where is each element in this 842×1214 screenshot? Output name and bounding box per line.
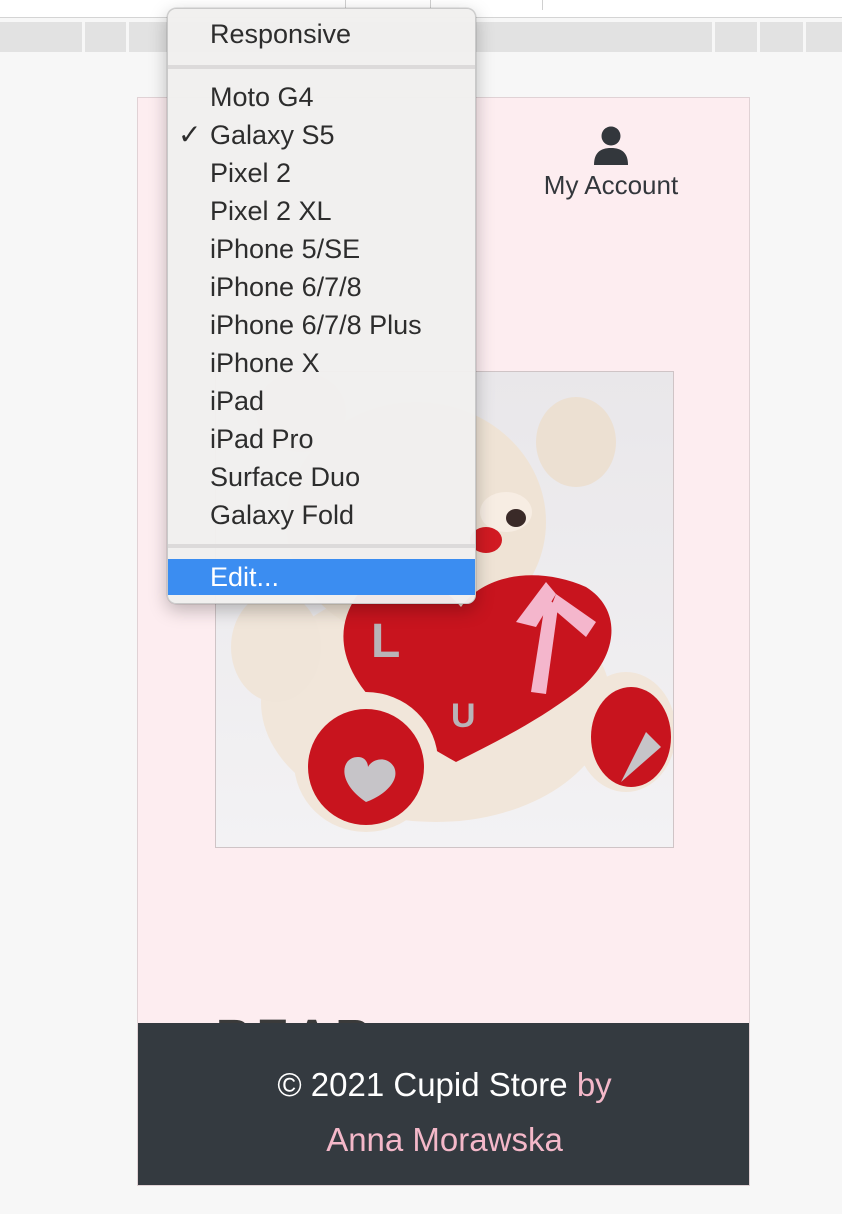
menu-item-device[interactable]: iPhone X xyxy=(168,344,475,382)
menu-item-label: iPhone 6/7/8 Plus xyxy=(210,310,422,340)
my-account-label: My Account xyxy=(543,170,679,200)
ruler-marker xyxy=(757,22,760,52)
menu-item-label: Surface Duo xyxy=(210,462,361,492)
checkmark-icon: ✓ xyxy=(178,119,202,150)
menu-item-label: iPad xyxy=(210,386,265,416)
ruler-marker xyxy=(82,22,85,52)
menu-item-device[interactable]: Galaxy Fold xyxy=(168,496,475,534)
footer-by: by xyxy=(576,1066,612,1103)
footer-copyright: © 2021 Cupid Store xyxy=(277,1066,568,1103)
menu-item-label: iPhone 5/SE xyxy=(210,234,361,264)
svg-text:L: L xyxy=(371,615,400,668)
menu-item-label: Pixel 2 xyxy=(210,158,292,188)
menu-item-label: Galaxy Fold xyxy=(210,500,355,530)
menu-item-device[interactable]: iPhone 6/7/8 Plus xyxy=(168,306,475,344)
site-footer: © 2021 Cupid Store by Anna Morawska xyxy=(138,1023,749,1185)
menu-item-label: Pixel 2 XL xyxy=(210,196,332,226)
menu-item-label: iPad Pro xyxy=(210,424,314,454)
ruler-marker xyxy=(126,22,129,52)
toolbar-divider xyxy=(542,0,543,10)
menu-item-device[interactable]: Pixel 2 XL xyxy=(168,192,475,230)
menu-item-device[interactable]: Moto G4 xyxy=(168,78,475,116)
footer-author-link[interactable]: Anna Morawska xyxy=(138,1112,749,1167)
menu-item-device-selected[interactable]: ✓ Galaxy S5 xyxy=(168,116,475,154)
ruler-marker xyxy=(712,22,715,52)
menu-item-device[interactable]: iPhone 5/SE xyxy=(168,230,475,268)
footer-line-1: © 2021 Cupid Store by xyxy=(138,1057,749,1112)
ruler-marker xyxy=(803,22,806,52)
menu-item-edit[interactable]: Edit... xyxy=(168,559,475,595)
user-icon xyxy=(594,126,628,165)
my-account-link[interactable]: My Account xyxy=(526,126,696,201)
menu-separator xyxy=(168,544,475,548)
menu-item-responsive[interactable]: Responsive xyxy=(168,15,475,53)
svg-text:U: U xyxy=(451,697,476,735)
device-dropdown-menu: Responsive Moto G4 ✓ Galaxy S5 Pixel 2 P… xyxy=(167,8,476,604)
menu-item-device[interactable]: Pixel 2 xyxy=(168,154,475,192)
menu-item-device[interactable]: iPad xyxy=(168,382,475,420)
menu-item-device[interactable]: iPhone 6/7/8 xyxy=(168,268,475,306)
menu-separator xyxy=(168,65,475,69)
menu-item-device[interactable]: Surface Duo xyxy=(168,458,475,496)
menu-item-label: Moto G4 xyxy=(210,82,314,112)
menu-item-label: Galaxy S5 xyxy=(210,120,335,150)
menu-item-label: iPhone X xyxy=(210,348,320,378)
menu-item-device[interactable]: iPad Pro xyxy=(168,420,475,458)
menu-item-label: iPhone 6/7/8 xyxy=(210,272,362,302)
